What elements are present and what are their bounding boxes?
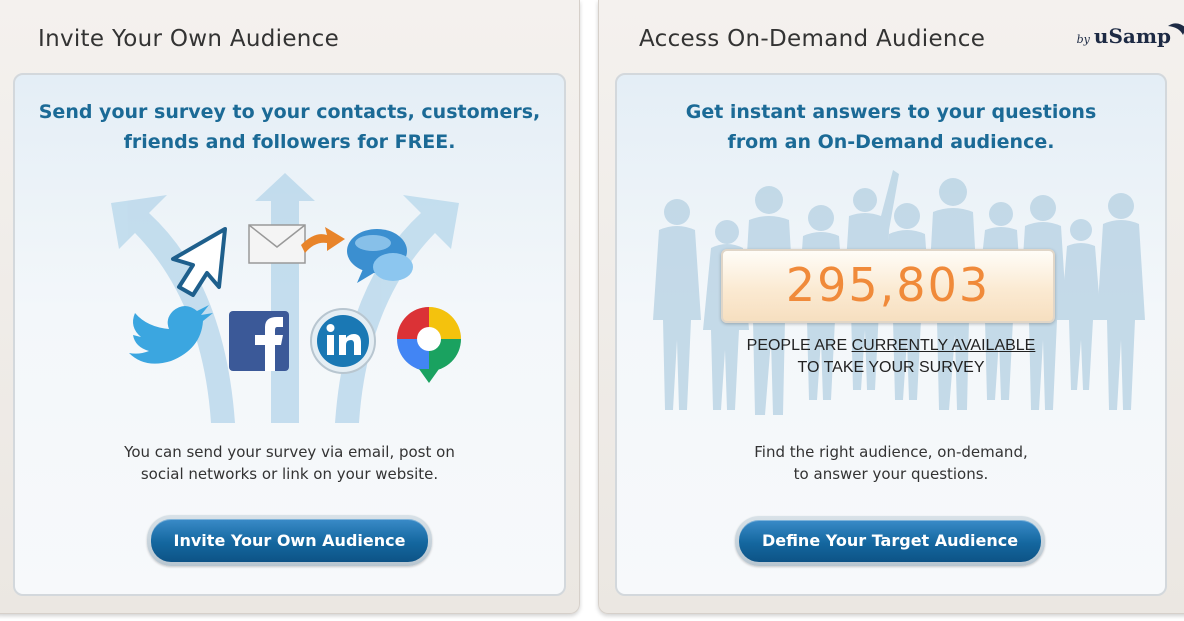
on-demand-card: Get instant answers to your questions fr… [615, 73, 1167, 596]
brand-by: by [1076, 33, 1090, 46]
available-people-counter: 295,803 [721, 249, 1055, 323]
description-line: You can send your survey via email, post… [124, 443, 455, 461]
invite-audience-card: Send your survey to your contacts, custo… [13, 73, 566, 596]
on-demand-description: Find the right audience, on-demand, to a… [617, 441, 1165, 485]
usamp-logo: by uSamp [1076, 23, 1184, 48]
panel-title: Access On-Demand Audience [639, 26, 986, 52]
cursor-icon [171, 227, 227, 297]
linkedin-icon [310, 308, 376, 374]
on-demand-headline: Get instant answers to your questions fr… [617, 97, 1165, 157]
arrow-right-icon [335, 195, 459, 423]
caption-pre: PEOPLE ARE [746, 337, 852, 354]
arrow-left-icon [111, 195, 235, 423]
define-target-audience-button[interactable]: Define Your Target Audience [735, 516, 1045, 566]
invite-headline: Send your survey to your contacts, custo… [15, 97, 564, 157]
google-buzz-icon [397, 307, 461, 383]
facebook-icon [229, 311, 289, 371]
description-line: Find the right audience, on-demand, [754, 443, 1028, 461]
brand-name: uSamp [1093, 24, 1171, 48]
headline-line: Send your survey to your contacts, custo… [38, 101, 541, 123]
counter-caption: PEOPLE ARE CURRENTLY AVAILABLE TO TAKE Y… [617, 335, 1165, 379]
button-label[interactable]: Define Your Target Audience [739, 520, 1041, 562]
headline-line: friends and followers for FREE. [123, 131, 456, 153]
swoosh-icon [1168, 23, 1184, 35]
headline-line: from an On-Demand audience. [727, 131, 1055, 153]
counter-value: 295,803 [785, 258, 991, 312]
email-icon [248, 224, 345, 264]
share-channels-illustration [111, 173, 461, 423]
invite-description: You can send your survey via email, post… [15, 441, 564, 485]
arrow-up-icon [255, 173, 315, 423]
caption-line-2: TO TAKE YOUR SURVEY [797, 359, 985, 376]
caption-line: PEOPLE ARE CURRENTLY AVAILABLE [617, 335, 1165, 357]
headline-line: Get instant answers to your questions [685, 101, 1097, 123]
currently-available-link: CURRENTLY AVAILABLE [851, 337, 1036, 354]
invite-own-audience-button[interactable]: Invite Your Own Audience [147, 515, 432, 566]
button-label[interactable]: Invite Your Own Audience [151, 519, 428, 562]
on-demand-audience-panel: Access On-Demand Audience by uSamp Get in… [598, 0, 1184, 614]
panel-title: Invite Your Own Audience [38, 26, 340, 52]
description-line: to answer your questions. [793, 465, 989, 483]
invite-audience-panel: Invite Your Own Audience Send your surve… [0, 0, 580, 614]
description-line: social networks or link on your website. [140, 465, 439, 483]
